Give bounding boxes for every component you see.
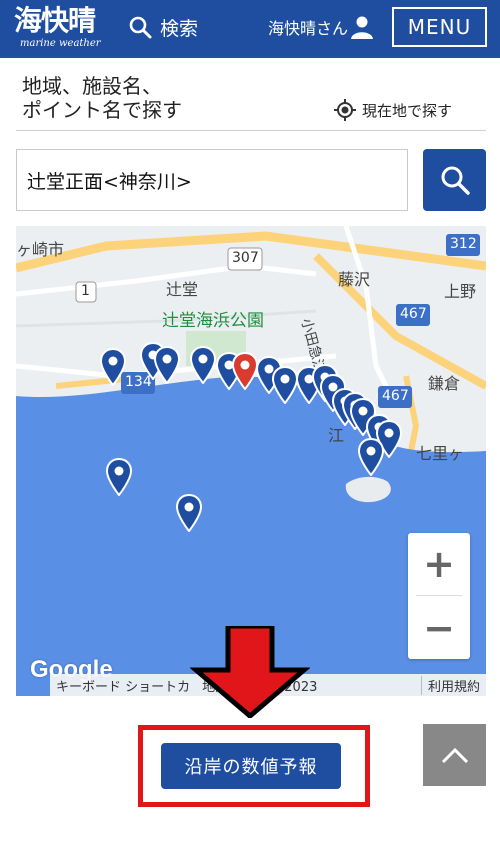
coastal-forecast-button[interactable]: 沿岸の数値予報: [161, 743, 341, 789]
route-badge-467: 467: [400, 306, 427, 322]
search-icon: [441, 166, 470, 195]
annotation-arrow: [190, 626, 310, 718]
map-pin[interactable]: [106, 458, 132, 496]
zoom-separator: [416, 595, 462, 596]
map-pin[interactable]: [154, 346, 180, 384]
site-logo[interactable]: 海快晴 marine weather: [14, 4, 112, 52]
chevron-up-icon: [441, 747, 468, 764]
map-pin[interactable]: [358, 438, 384, 476]
search-prompt: 地域、施設名、 ポイント名で探す: [22, 74, 182, 122]
logo-text: 海快晴: [14, 4, 96, 37]
user-name: 海快晴さん: [268, 19, 349, 38]
scroll-top-button[interactable]: [423, 724, 486, 786]
keyboard-shortcuts-link[interactable]: キーボード ショートカ: [50, 676, 196, 695]
current-location-label: 現在地で探す: [362, 101, 453, 120]
map-label-kamakura: 鎌倉: [428, 374, 461, 393]
search-input[interactable]: 辻堂正面<神奈川>: [16, 149, 408, 211]
search-icon: [129, 16, 152, 39]
location-target-icon: [334, 99, 356, 121]
divider: [16, 130, 486, 131]
map-pin[interactable]: [190, 346, 216, 384]
header-search-label: 検索: [160, 17, 199, 40]
user-icon: [351, 16, 374, 39]
route-badge-467b: 467: [382, 388, 409, 404]
app-header: 海快晴 marine weather 検索 海快晴さん MENU: [0, 0, 500, 58]
map-pin-selected[interactable]: [232, 352, 258, 390]
route-badge-312: 312: [450, 236, 477, 252]
header-search-link[interactable]: 検索: [128, 12, 198, 42]
zoom-in-button[interactable]: +: [408, 533, 470, 595]
menu-button[interactable]: MENU: [392, 7, 487, 47]
map-pin[interactable]: [100, 348, 126, 386]
terms-link[interactable]: 利用規約: [420, 675, 486, 695]
map-label-fujisawa: 藤沢: [338, 270, 371, 289]
map-label-shichirigahama: 七里ヶ: [416, 444, 465, 463]
search-submit-button[interactable]: [423, 149, 486, 211]
zoom-control: + −: [408, 533, 470, 659]
zoom-out-button[interactable]: −: [408, 597, 470, 659]
map-label-tsujido: 辻堂: [166, 280, 199, 299]
user-account[interactable]: 海快晴さん: [268, 12, 374, 42]
logo-subtitle: marine weather: [20, 38, 101, 49]
map-label-park: 辻堂海浜公園: [162, 311, 264, 331]
current-location-button[interactable]: 現在地で探す: [334, 97, 452, 123]
route-badge-1: 1: [81, 283, 90, 299]
map-label-ueno: 上野: [444, 282, 477, 301]
map-pin[interactable]: [176, 494, 202, 532]
map-pin[interactable]: [272, 366, 298, 404]
route-badge-307: 307: [232, 250, 259, 266]
map-label-city: ヶ崎市: [16, 240, 65, 259]
